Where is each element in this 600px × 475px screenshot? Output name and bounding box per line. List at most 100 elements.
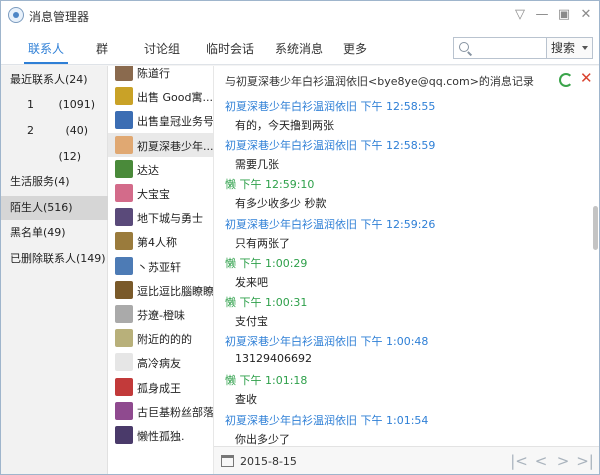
message-text: 发来吧 xyxy=(235,275,268,289)
category-group-1[interactable]: 1 (1091) xyxy=(1,93,108,117)
message-sender: 懒 xyxy=(225,296,236,309)
contact-item[interactable]: 达达 xyxy=(108,157,213,181)
minimize-button[interactable]: — xyxy=(532,6,552,24)
avatar xyxy=(115,256,133,275)
first-page-button[interactable]: |< xyxy=(510,452,528,470)
search-input[interactable] xyxy=(474,40,544,56)
avatar xyxy=(115,135,133,154)
message-header: 初夏深巷少年白衫温润依旧 下午 12:59:26 xyxy=(225,216,435,232)
history-date: 2015-8-15 xyxy=(240,455,297,468)
scroll-thumb[interactable] xyxy=(593,206,598,250)
contact-item[interactable]: 陈道行 xyxy=(108,66,213,84)
message-sender: 初夏深巷少年白衫温润依旧 xyxy=(225,335,357,349)
search-box xyxy=(453,37,547,59)
message-time: 下午 1:00:29 xyxy=(239,256,308,270)
message-sender: 初夏深巷少年白衫温润依旧 xyxy=(225,217,357,231)
message-sender: 初夏深巷少年白衫温润依旧 xyxy=(225,413,357,427)
maximize-button[interactable]: ▣ xyxy=(554,6,574,24)
contact-item[interactable]: 地下城与勇士 xyxy=(108,205,213,229)
message-header: 初夏深巷少年白衫温润依旧 下午 1:00:48 xyxy=(225,333,428,349)
contact-name: 丶苏亚轩 xyxy=(137,260,181,274)
contact-item[interactable]: 第4人称 xyxy=(108,229,213,253)
message-text: 只有两张了 xyxy=(235,236,290,250)
avatar xyxy=(115,426,133,444)
refresh-icon[interactable] xyxy=(559,73,573,87)
calendar-icon[interactable] xyxy=(221,455,234,467)
contact-name: 第4人称 xyxy=(137,236,177,250)
contact-item[interactable]: 附近的的的 xyxy=(108,326,213,350)
contact-item[interactable]: 孤身成王 xyxy=(108,375,213,399)
skin-icon[interactable]: ▽ xyxy=(510,6,530,24)
contact-item[interactable]: 古巨基粉丝部落 xyxy=(108,399,214,423)
contact-name: 初夏深巷少年... xyxy=(137,139,214,153)
message-header: 初夏深巷少年白衫温润依旧 下午 12:58:59 xyxy=(225,137,435,153)
avatar xyxy=(115,208,133,227)
contact-item[interactable]: 懒性孤独. xyxy=(108,423,213,447)
contact-name: 芬遼-橙味 xyxy=(137,309,185,322)
category-life-services[interactable]: 生活服务(4) xyxy=(1,170,108,194)
contact-name: 地下城与勇士 xyxy=(137,212,203,226)
avatar xyxy=(115,353,133,372)
category-group-3[interactable]: (12) xyxy=(1,145,108,169)
tab-temp-sessions[interactable]: 临时会话 xyxy=(206,40,254,57)
close-button[interactable]: ✕ xyxy=(576,6,596,24)
message-sender: 懒 xyxy=(225,374,236,388)
prev-page-button[interactable]: < xyxy=(532,452,550,470)
tab-system-messages[interactable]: 系统消息 xyxy=(275,40,323,57)
message-time: 下午 12:59:26 xyxy=(360,217,436,231)
message-sender: 初夏深巷少年白衫温润依旧 xyxy=(225,139,357,153)
contact-item[interactable]: 高冷病友 xyxy=(108,350,213,374)
avatar xyxy=(115,87,133,106)
avatar xyxy=(115,305,133,323)
message-sender: 初夏深巷少年白衫温润依旧 xyxy=(225,100,357,113)
category-recent[interactable]: 最近联系人(24) xyxy=(1,68,108,92)
avatar xyxy=(115,377,133,396)
contact-item[interactable]: 出售皇冠业务号 xyxy=(108,108,214,132)
message-text: 你出多少了 xyxy=(235,432,290,446)
message-time: 下午 1:00:48 xyxy=(360,335,429,349)
contact-name: 出售皇冠业务号 xyxy=(137,115,214,129)
avatar xyxy=(115,280,133,299)
contact-name: 大宝宝 xyxy=(137,188,170,201)
tab-discussions[interactable]: 讨论组 xyxy=(144,40,180,57)
contact-name: 高冷病友 xyxy=(137,357,181,371)
category-blacklist[interactable]: 黑名单(49) xyxy=(1,221,108,245)
avatar xyxy=(115,401,133,420)
avatar xyxy=(115,111,133,130)
contact-item[interactable]: 丶苏亚轩 xyxy=(108,254,213,278)
contact-item[interactable]: 芬遼-橙味 xyxy=(108,302,213,326)
message-scrollbar[interactable] xyxy=(592,66,599,446)
contact-name: 逗比逗比腦瞭瞭 xyxy=(137,284,214,298)
category-strangers[interactable]: 陌生人(516) xyxy=(1,196,108,220)
next-page-button[interactable]: > xyxy=(554,452,572,470)
message-time: 下午 12:58:55 xyxy=(360,100,436,113)
message-text: 有多少收多少 秒款 xyxy=(235,197,327,211)
message-time: 下午 1:01:54 xyxy=(360,413,429,427)
message-manager-window: 消息管理器 ▽ — ▣ ✕ 联系人 群 讨论组 临时会话 系统消息 更多 搜索 … xyxy=(0,0,600,475)
message-header: 懒 下午 1:00:29 xyxy=(225,255,307,271)
title-bar: 消息管理器 ▽ — ▣ ✕ xyxy=(1,1,599,31)
message-time: 下午 1:00:31 xyxy=(239,296,308,309)
contact-name: 懒性孤独. xyxy=(137,430,185,443)
message-time: 下午 12:59:10 xyxy=(239,178,315,192)
message-header: 懒 下午 1:00:31 xyxy=(225,294,307,310)
contact-item[interactable]: 初夏深巷少年... xyxy=(108,132,214,157)
tab-groups[interactable]: 群 xyxy=(96,40,108,57)
contact-item[interactable]: 大宝宝 xyxy=(108,181,213,205)
avatar xyxy=(115,232,133,251)
message-sender: 懒 xyxy=(225,178,236,192)
history-footer: 2015-8-15 |< < > >| xyxy=(214,446,599,474)
contact-item[interactable]: 出售 Good寓... xyxy=(108,84,213,108)
last-page-button[interactable]: >| xyxy=(576,452,594,470)
category-group-2[interactable]: 2 (40) xyxy=(1,119,108,143)
contact-item[interactable]: 逗比逗比腦瞭瞭 xyxy=(108,278,214,302)
contact-name: 附近的的的 xyxy=(137,333,192,347)
search-dropdown-button[interactable]: 搜索 xyxy=(547,37,593,59)
message-history-panel: 与初夏深巷少年白衫温润依旧<bye8ye@qq.com>的消息记录 ✕ 初夏深巷… xyxy=(214,66,599,466)
tab-contacts[interactable]: 联系人 xyxy=(23,40,69,64)
contact-name: 陈道行 xyxy=(137,67,170,80)
tab-more[interactable]: 更多 xyxy=(343,40,367,57)
contact-name: 孤身成王 xyxy=(137,381,181,395)
contact-name: 古巨基粉丝部落 xyxy=(137,405,214,419)
category-deleted-contacts[interactable]: 已删除联系人(149) xyxy=(1,247,108,271)
